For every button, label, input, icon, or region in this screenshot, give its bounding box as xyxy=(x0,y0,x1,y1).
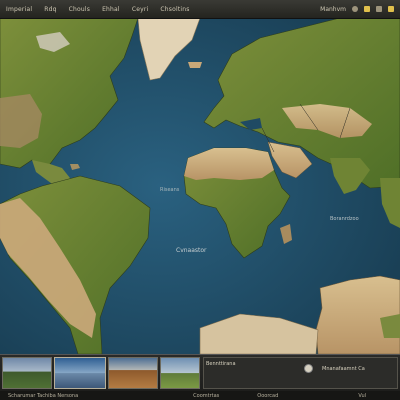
status-text-3: Ooorcad xyxy=(257,393,279,399)
world-map-canvas[interactable] xyxy=(0,18,400,354)
settings-icon[interactable] xyxy=(352,6,358,12)
thumbnail-4[interactable] xyxy=(160,357,200,389)
map-label-marker: Riseans xyxy=(160,187,180,193)
continent-australia[interactable] xyxy=(315,275,400,354)
menu-item-5[interactable]: Ceyri xyxy=(132,6,149,13)
game-screen: Imperial Rdq Chouls Ehhal Ceyri Chsoltin… xyxy=(0,0,400,400)
map-label-ocean: Cvnaastor xyxy=(176,247,207,254)
top-right-controls: Manhvm xyxy=(320,6,400,13)
island-iceland xyxy=(188,62,202,68)
status-text-2: Coomtrtas xyxy=(193,393,220,399)
menu-item-2[interactable]: Rdq xyxy=(44,6,56,13)
thumbnail-2[interactable] xyxy=(54,357,106,389)
thumbnail-1[interactable] xyxy=(2,357,52,389)
player-name: Manhvm xyxy=(320,5,346,13)
info-right-text: Mnanafaamnt Ca xyxy=(322,366,365,372)
menu-item-1[interactable]: Imperial xyxy=(6,6,32,13)
thumbnail-strip xyxy=(0,355,202,389)
info-left-text: Bennttirana xyxy=(206,361,236,367)
menu-item-4[interactable]: Ehhal xyxy=(102,6,120,13)
thumbnail-3[interactable] xyxy=(108,357,158,389)
menu-item-6[interactable]: Chsoltins xyxy=(160,6,189,13)
menu-item-3[interactable]: Chouls xyxy=(69,6,90,13)
map-label-region: Boranrdzoo xyxy=(330,216,359,222)
status-bar: Scharumar Tachiba Nersona Coomtrtas Ooor… xyxy=(0,391,400,400)
menu-icon[interactable] xyxy=(388,6,394,12)
info-panel: Bennttirana Mnanafaamnt Ca xyxy=(203,357,398,389)
info-icon[interactable] xyxy=(304,364,313,373)
gold-icon[interactable] xyxy=(364,6,370,12)
bottom-panel: Bennttirana Mnanafaamnt Ca Scharumar Tac… xyxy=(0,354,400,400)
status-text-4: Vul xyxy=(358,393,366,399)
world-map[interactable]: Cvnaastor Boranrdzoo Riseans xyxy=(0,18,400,354)
top-menu-bar: Imperial Rdq Chouls Ehhal Ceyri Chsoltin… xyxy=(0,0,400,19)
notification-icon[interactable] xyxy=(376,6,382,12)
status-text-1: Scharumar Tachiba Nersona xyxy=(8,393,79,399)
